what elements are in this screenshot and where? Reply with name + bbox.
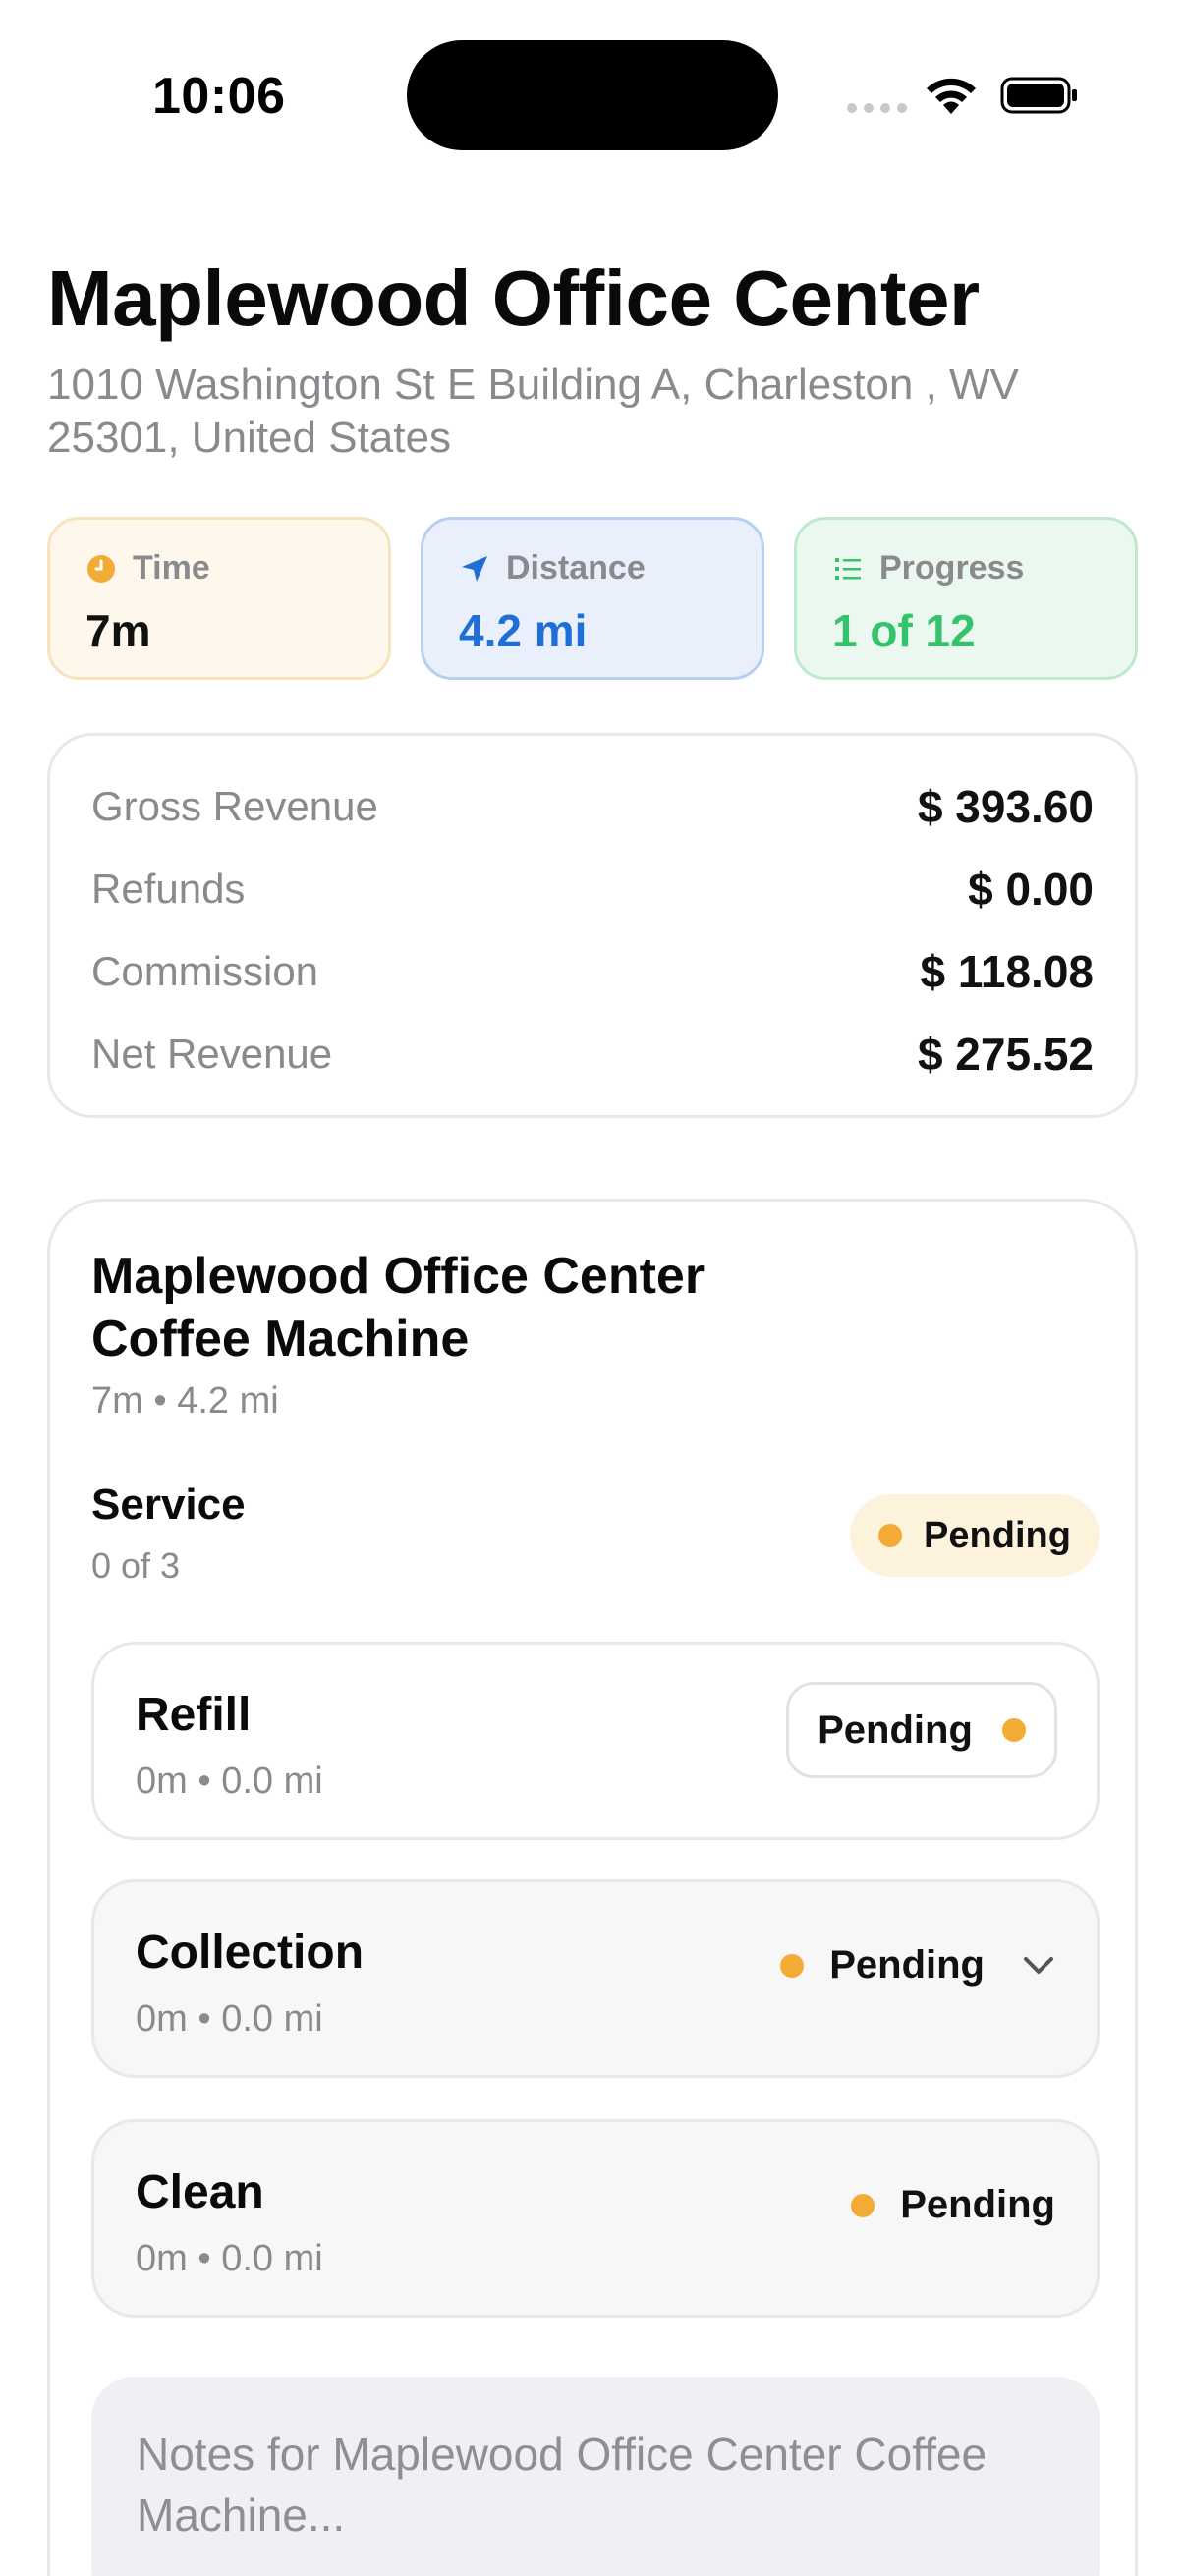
service-count: 0 of 3 (91, 1545, 181, 1586)
revenue-summary-card: Gross Revenue $ 393.60 Refunds $ 0.00 Co… (47, 733, 1138, 1118)
gross-revenue-value: $ 393.60 (917, 781, 1094, 832)
refunds-label: Refunds (91, 866, 246, 912)
list-icon (835, 557, 861, 580)
status-time: 10:06 (152, 68, 286, 125)
clean-status-text: Pending (900, 2183, 1055, 2226)
task-clean[interactable]: Clean 0m • 0.0 mi Pending (91, 2119, 1100, 2318)
pending-dot-icon (780, 1953, 805, 1978)
machine-title: Maplewood Office Center Coffee Machine (91, 1248, 705, 1368)
task-name: Collection (136, 1927, 365, 1979)
machine-meta: 7m • 4.2 mi (91, 1380, 279, 1422)
net-revenue-label: Net Revenue (91, 1031, 333, 1077)
refunds-value: $ 0.00 (968, 864, 1094, 915)
task-meta: 0m • 0.0 mi (136, 1998, 323, 2040)
service-label: Service (91, 1481, 246, 1529)
progress-stat-card: Progress 1 of 12 (794, 517, 1138, 680)
pending-dot-icon (1001, 1718, 1026, 1742)
task-refill[interactable]: Refill 0m • 0.0 mi Pending (91, 1642, 1100, 1840)
wifi-icon (927, 78, 976, 114)
distance-stat-card: Distance 4.2 mi (421, 517, 764, 680)
refill-status-text: Pending (818, 1708, 973, 1752)
pending-dot-icon (878, 1524, 903, 1547)
cellular-signal-icon (847, 103, 907, 113)
notes-placeholder: Notes for Maplewood Office Center Coffee… (137, 2429, 988, 2541)
machine-card: Maplewood Office Center Coffee Machine 7… (47, 1199, 1138, 2576)
net-revenue-row: Net Revenue $ 275.52 (91, 1025, 1094, 1084)
location-address: 1010 Washington St E Building A, Charles… (47, 361, 1019, 462)
status-bar: 10:06 (0, 0, 1185, 196)
clock-icon (87, 554, 115, 583)
chevron-down-icon[interactable] (1022, 1955, 1055, 1977)
progress-stat-value: 1 of 12 (832, 605, 976, 656)
gross-revenue-label: Gross Revenue (91, 783, 378, 829)
distance-stat-label: Distance (506, 549, 646, 587)
time-stat-label: Time (133, 549, 210, 587)
notes-field[interactable]: Notes for Maplewood Office Center Coffee… (91, 2377, 1100, 2576)
task-collection[interactable]: Collection 0m • 0.0 mi Pending (91, 1879, 1100, 2078)
gross-revenue-row: Gross Revenue $ 393.60 (91, 777, 1094, 836)
navigation-arrow-icon (462, 555, 487, 582)
time-stat-card: Time 7m (47, 517, 391, 680)
commission-row: Commission $ 118.08 (91, 942, 1094, 1001)
battery-icon (1000, 77, 1077, 114)
service-status-badge: Pending (850, 1494, 1100, 1577)
clean-status: Pending (851, 2183, 1055, 2227)
task-name: Clean (136, 2166, 264, 2218)
task-meta: 0m • 0.0 mi (136, 1761, 323, 1802)
pending-dot-icon (851, 2193, 875, 2217)
service-status-text: Pending (924, 1514, 1071, 1556)
dynamic-island (407, 40, 778, 150)
commission-label: Commission (91, 948, 319, 994)
collection-status: Pending (780, 1943, 1055, 1988)
distance-stat-value: 4.2 mi (459, 605, 588, 656)
progress-stat-label: Progress (879, 549, 1025, 587)
collection-status-text: Pending (829, 1943, 985, 1987)
location-title: Maplewood Office Center (47, 254, 980, 342)
refunds-row: Refunds $ 0.00 (91, 860, 1094, 919)
task-name: Refill (136, 1689, 252, 1741)
refill-status-button[interactable]: Pending (786, 1682, 1057, 1778)
task-meta: 0m • 0.0 mi (136, 2238, 323, 2279)
commission-value: $ 118.08 (920, 946, 1094, 997)
net-revenue-value: $ 275.52 (917, 1029, 1094, 1080)
time-stat-value: 7m (85, 605, 151, 656)
